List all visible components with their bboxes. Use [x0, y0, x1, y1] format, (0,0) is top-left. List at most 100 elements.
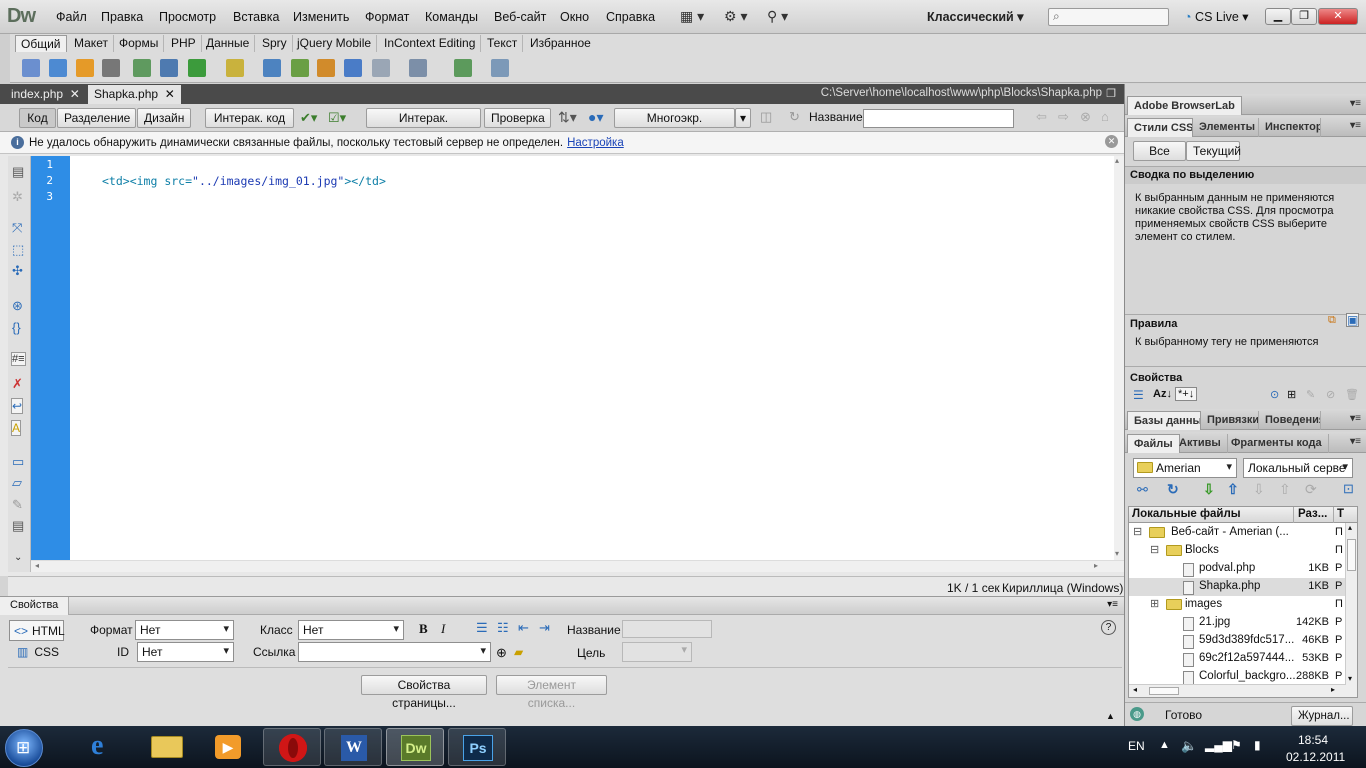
live-code-button[interactable]: Интерак. код [205, 108, 294, 128]
refresh-files-icon[interactable]: ↻ [1167, 481, 1179, 498]
format-select[interactable]: Нет [135, 620, 234, 640]
menu-site[interactable]: Веб-сайт [494, 10, 546, 24]
category-view-icon[interactable]: ☰ [1133, 388, 1144, 402]
type-column[interactable]: Т [1333, 507, 1347, 523]
home-icon[interactable]: ⌂ [1101, 109, 1109, 124]
id-select[interactable]: Нет [137, 642, 234, 662]
local-files-column[interactable]: Локальные файлы [1132, 508, 1241, 520]
apply-comment-icon[interactable]: ▭ [12, 454, 24, 470]
connect-icon[interactable]: ⚯ [1137, 482, 1148, 498]
alphabetical-view-icon[interactable]: Az↓ [1153, 388, 1172, 400]
expand-toggle-icon[interactable]: ⊞ [1150, 597, 1159, 610]
tab-assets[interactable]: Активы [1173, 434, 1228, 453]
all-mode-button[interactable]: Все [1133, 141, 1186, 161]
help-icon[interactable]: ? [1101, 620, 1116, 635]
tab-shapka-php[interactable]: Shapka.php ✕ [88, 85, 181, 104]
expand-toggle-icon[interactable]: ⊟ [1150, 543, 1159, 556]
folder-row[interactable]: ⊟ Веб-сайт - Amerian (... П [1129, 524, 1357, 542]
remove-comment-icon[interactable]: ▱ [12, 475, 22, 491]
network-icon[interactable]: ▂▄▆ [1205, 738, 1232, 752]
editor-horizontal-scrollbar[interactable]: ◂ ▸ [31, 560, 1124, 572]
comment-icon[interactable] [344, 59, 362, 77]
live-view-button[interactable]: Интерак. просмотр [366, 108, 481, 143]
media-icon[interactable] [226, 59, 244, 77]
file-row[interactable]: 59d3d389fdc517... 46KB Р [1129, 632, 1357, 650]
tab-incontext[interactable]: InContext Editing [379, 35, 482, 52]
expand-panel-icon[interactable]: ⊡ [1343, 481, 1354, 497]
multiscreen-button[interactable]: Многоэкр. просмотр [614, 108, 735, 143]
menu-file[interactable]: Файл [56, 10, 87, 24]
expand-toggle-icon[interactable]: ⊟ [1133, 525, 1142, 538]
split-view-button[interactable]: Разделение [57, 108, 136, 128]
setup-link[interactable]: Настройка [567, 137, 624, 149]
tab-behaviors[interactable]: Поведения [1259, 411, 1321, 430]
put-files-icon[interactable]: ⇧ [1227, 481, 1239, 498]
expand-all-icon[interactable]: ✣ [12, 263, 23, 279]
design-view-button[interactable]: Дизайн [137, 108, 191, 128]
tab-php[interactable]: PHP [166, 35, 202, 52]
indent-icon[interactable]: ⇥ [539, 620, 550, 636]
tab-layout[interactable]: Макет [69, 35, 114, 52]
attach-stylesheet-icon[interactable]: ⊙ [1270, 388, 1279, 401]
taskbar-explorer[interactable] [137, 728, 195, 766]
forward-icon[interactable]: ⇨ [1058, 109, 1069, 125]
syntax-coloring-icon[interactable]: A [11, 420, 22, 436]
volume-icon[interactable]: 🔈 [1181, 738, 1197, 754]
panel-menu-icon[interactable]: ▾≡ [1350, 120, 1361, 131]
ordered-list-icon[interactable]: ☷ [497, 620, 509, 636]
highlight-invalid-icon[interactable]: ✗ [12, 376, 23, 392]
size-column[interactable]: Раз... [1293, 507, 1331, 523]
tab-spry[interactable]: Spry [257, 35, 293, 52]
collapse-tag-icon[interactable]: ⤧ [12, 220, 22, 236]
cslive-button[interactable]: ◔ CS Live ▾ [1184, 9, 1249, 24]
more-tools-icon[interactable]: ⌄ [14, 552, 22, 563]
tab-common[interactable]: Общий [15, 35, 67, 52]
show-rule-info-icon[interactable]: ▣ [1346, 313, 1360, 327]
hr-icon[interactable] [102, 59, 120, 77]
line-numbers-icon[interactable]: #≡ [11, 352, 26, 366]
set-properties-view-icon[interactable]: *+↓ [1175, 387, 1198, 401]
file-row[interactable]: podval.php 1KB P [1129, 560, 1357, 578]
new-css-rule-icon[interactable]: ⊞ [1287, 388, 1296, 401]
collapse-properties-icon[interactable]: ▲ [1106, 711, 1115, 721]
validate-icon[interactable]: ☑▾ [328, 110, 346, 126]
inspect-button[interactable]: Проверка [484, 108, 551, 128]
restore-doc-icon[interactable]: ❐ [1106, 87, 1116, 100]
tag-chooser-icon[interactable] [491, 59, 509, 77]
widget-icon[interactable] [263, 59, 281, 77]
start-button[interactable]: ⊞ [5, 729, 43, 767]
wrap-tag-icon[interactable]: ✎ [12, 497, 23, 513]
menu-view[interactable]: Просмотр [159, 10, 216, 24]
file-row[interactable]: Shapka.php 1KB P [1129, 578, 1357, 596]
tab-tag-inspector[interactable]: Инспектор т [1259, 118, 1321, 137]
files-vertical-scrollbar[interactable]: ▴ ▾ [1345, 523, 1357, 685]
tab-bindings[interactable]: Привязки [1201, 411, 1259, 430]
head-icon[interactable] [372, 59, 390, 77]
panel-menu-icon[interactable]: ▾≡ [1350, 98, 1361, 109]
css-mode-button[interactable]: ▥ CSS [17, 645, 59, 659]
language-indicator[interactable]: EN [1128, 739, 1145, 753]
tab-index-php[interactable]: index.php ✕ [5, 85, 86, 104]
html-mode-button[interactable]: <> HTML [9, 620, 65, 641]
taskbar-opera[interactable] [263, 728, 321, 766]
close-info-icon[interactable]: ✕ [1105, 135, 1118, 148]
file-row[interactable]: 69c2f12a597444... 53KB Р [1129, 650, 1357, 668]
file-row[interactable]: 21.jpg 142KB Р [1129, 614, 1357, 632]
recent-snippets-icon[interactable]: ▤ [12, 518, 24, 534]
tab-css-styles[interactable]: Стили CSS [1127, 118, 1193, 137]
panel-menu-icon[interactable]: ▾≡ [1107, 599, 1118, 610]
action-center-icon[interactable]: ⚑ [1231, 738, 1242, 752]
editor-vertical-scrollbar[interactable]: ▴ ▾ [1114, 156, 1124, 560]
close-tab-icon[interactable]: ✕ [165, 87, 175, 101]
point-to-file-icon[interactable]: ⊕ [496, 645, 507, 661]
show-code-navigator-icon[interactable]: ✲ [12, 189, 23, 205]
table-icon[interactable] [133, 59, 151, 77]
multiscreen-dropdown[interactable]: ▾ [735, 108, 751, 128]
hyperlink-icon[interactable] [22, 59, 40, 77]
stop-icon[interactable]: ⊗ [1080, 109, 1091, 125]
templates-icon[interactable] [454, 59, 472, 77]
outdent-icon[interactable]: ⇤ [518, 620, 529, 636]
extend-icon[interactable]: ⚙ ▾ [724, 8, 747, 25]
image-icon[interactable] [188, 59, 206, 77]
site-select[interactable]: Amerian [1133, 458, 1237, 478]
